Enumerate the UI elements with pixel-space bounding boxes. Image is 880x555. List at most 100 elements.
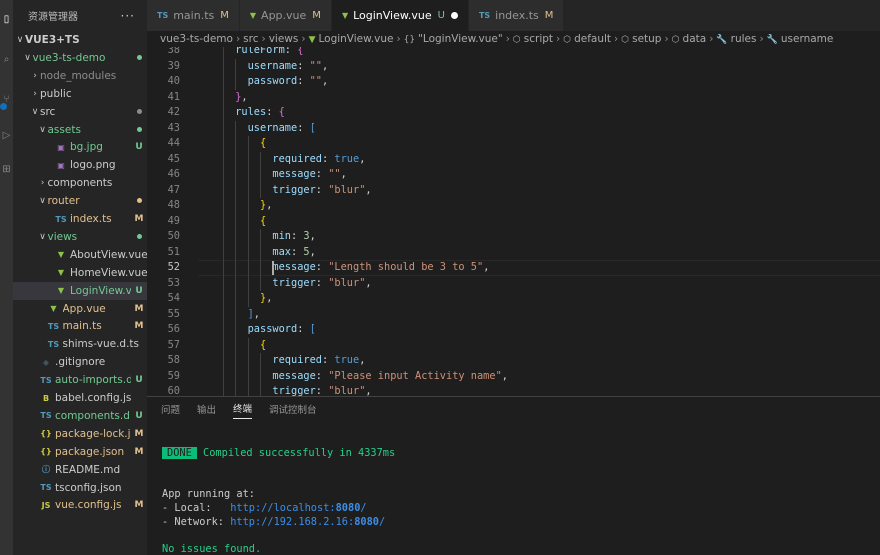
code-line: 47 trigger: "blur",: [147, 182, 880, 199]
panel-tab[interactable]: 输出: [197, 399, 216, 419]
tree-item[interactable]: › node_modules: [13, 67, 147, 85]
panel-tab[interactable]: 调试控制台: [269, 399, 317, 419]
breadcrumb-item[interactable]: {} "LoginView.vue": [404, 33, 503, 45]
editor-tab[interactable]: TS index.ts M: [468, 0, 565, 31]
tree-item-label: main.ts: [62, 320, 102, 333]
tree-item[interactable]: ∨ VUE3+TS: [13, 31, 147, 49]
code-text: password: [: [248, 322, 316, 338]
tree-item[interactable]: {} package.json M: [13, 443, 147, 461]
network-port: 8080: [354, 516, 380, 528]
tree-item[interactable]: ⓘ README.md: [13, 461, 147, 479]
panel-tabs: 问题 输出 终端 调试控制台: [147, 397, 880, 420]
breadcrumb-label: "LoginView.vue": [418, 33, 503, 45]
run-debug-icon[interactable]: ▷: [1, 128, 12, 144]
network-url[interactable]: http://192.168.2.16:8080/: [230, 516, 385, 528]
tree-item[interactable]: JS vue.config.js M: [13, 496, 147, 514]
extensions-icon[interactable]: ⊞: [1, 162, 12, 178]
file-type-icon: TS: [40, 483, 52, 492]
breadcrumb-item[interactable]: 🔧 rules: [716, 33, 756, 45]
code-token: min: [272, 230, 291, 242]
editor-tab[interactable]: ▼ App.vue M: [239, 0, 332, 31]
explorer-icon[interactable]: ▯: [1, 12, 12, 28]
code-token: "": [309, 75, 323, 87]
code-line: 55],: [147, 306, 880, 322]
breadcrumb-item[interactable]: views: [269, 33, 299, 45]
chevron-right-icon: ›: [709, 33, 714, 45]
indent-guide: [235, 291, 237, 307]
code-line: 40 password: "",: [147, 74, 880, 90]
code-line: 44 {: [147, 136, 880, 152]
code-line: 38 ruleForm: {: [147, 47, 880, 59]
tree-item[interactable]: ▣ bg.jpg U: [13, 138, 147, 156]
tree-item[interactable]: TScomponents.d.ts U: [13, 407, 147, 425]
tree-item[interactable]: ▼ HomeView.vue: [13, 264, 147, 282]
tree-item[interactable]: Bbabel.config.js: [13, 389, 147, 407]
panel-tab[interactable]: 终端: [233, 398, 253, 419]
code-token: :: [297, 75, 310, 87]
code-text: },: [260, 198, 272, 214]
line-number: 45: [167, 152, 180, 165]
file-type-icon: ▣: [57, 160, 65, 170]
code-text: trigger: "blur",: [272, 183, 371, 199]
tree-item[interactable]: › public: [13, 85, 147, 103]
tree-item[interactable]: TS tsconfig.json: [13, 479, 147, 497]
tree-item[interactable]: ▼ LoginView.vue U: [13, 281, 147, 300]
tree-item[interactable]: TS main.ts M: [13, 317, 147, 335]
code-text: message: "Length should be 3 to 5",: [272, 260, 489, 276]
network-url-line: - Network: http://192.168.2.16:8080/: [162, 515, 385, 529]
explorer-title: 资源管理器: [28, 12, 78, 23]
code-line: 45 required: true,: [147, 151, 880, 167]
tree-item[interactable]: › components: [13, 174, 147, 192]
code-token: ,: [365, 385, 372, 396]
tree-item[interactable]: ▼ AboutView.vue: [13, 246, 147, 264]
terminal[interactable]: DONE Compiled successfully in 4337ms App…: [147, 420, 880, 555]
tree-item-label: logo.png: [70, 159, 116, 172]
tree-item[interactable]: ∨ src: [13, 103, 147, 121]
tree-item[interactable]: ∨ router: [13, 192, 147, 210]
code-text: message: "Please input Activity name",: [272, 369, 508, 385]
breadcrumb-item[interactable]: ⬡ setup: [621, 33, 661, 45]
line-number: 39: [167, 59, 180, 72]
breadcrumb-item[interactable]: ⬡ script: [513, 33, 553, 45]
breadcrumb-item[interactable]: src: [243, 33, 258, 45]
code-line: 51 max: 5,: [147, 244, 880, 260]
breadcrumb-item[interactable]: ⬡ default: [563, 33, 611, 45]
tree-item[interactable]: {}package-lock.j...M: [13, 425, 147, 443]
code-editor[interactable]: 38 ruleForm: {39 username: "", 40 password: …: [147, 47, 880, 396]
tree-item[interactable]: ∨ vue3-ts-demo: [13, 49, 147, 67]
tree-item[interactable]: ◆ .gitignore: [13, 353, 147, 371]
indent-guide: [260, 182, 261, 198]
more-actions-icon[interactable]: ···: [121, 9, 135, 23]
code-token: {: [297, 47, 304, 56]
tree-item-label: auto-imports.d.ts: [55, 374, 131, 387]
code-text: trigger: "blur",: [272, 384, 371, 396]
code-token: :: [297, 323, 310, 335]
editor-tab[interactable]: TS main.ts M: [147, 0, 240, 31]
indent-guide: [247, 229, 249, 245]
code-token: [: [309, 121, 316, 134]
tree-item[interactable]: ∨ assets: [13, 121, 147, 139]
code-line: 46 message: "",: [147, 167, 880, 183]
code-line: 53 trigger: "blur",: [147, 275, 880, 291]
unsaved-dot-icon[interactable]: [450, 12, 458, 19]
tree-item[interactable]: ▼ App.vue M: [13, 300, 147, 318]
code-token: ,: [483, 261, 490, 273]
local-url[interactable]: http://localhost:8080/: [230, 502, 366, 514]
breadcrumb-item[interactable]: vue3-ts-demo: [160, 33, 233, 45]
search-icon[interactable]: ⌕: [1, 52, 12, 68]
editor-tab[interactable]: ▼ LoginView.vue U: [331, 0, 469, 31]
tree-item-label: App.vue: [62, 302, 106, 315]
breadcrumb-item[interactable]: 🔧 username: [767, 33, 834, 45]
tree-item[interactable]: TSauto-imports.d.ts U: [13, 371, 147, 389]
tree-item[interactable]: TS index.ts M: [13, 210, 147, 228]
tree-item[interactable]: ▣ logo.png: [13, 156, 147, 174]
panel-tab[interactable]: 问题: [161, 399, 180, 419]
code-token: "blur": [328, 385, 366, 396]
git-status-dot: [131, 107, 147, 117]
tree-item[interactable]: ∨ views: [13, 228, 147, 246]
code-token: {: [260, 137, 267, 149]
breadcrumb-item[interactable]: ⬡ data: [672, 33, 707, 45]
network-label: - Network:: [162, 516, 231, 528]
tree-item[interactable]: TS shims-vue.d.ts: [13, 335, 147, 353]
breadcrumb-item[interactable]: ▼ LoginView.vue: [309, 33, 394, 45]
